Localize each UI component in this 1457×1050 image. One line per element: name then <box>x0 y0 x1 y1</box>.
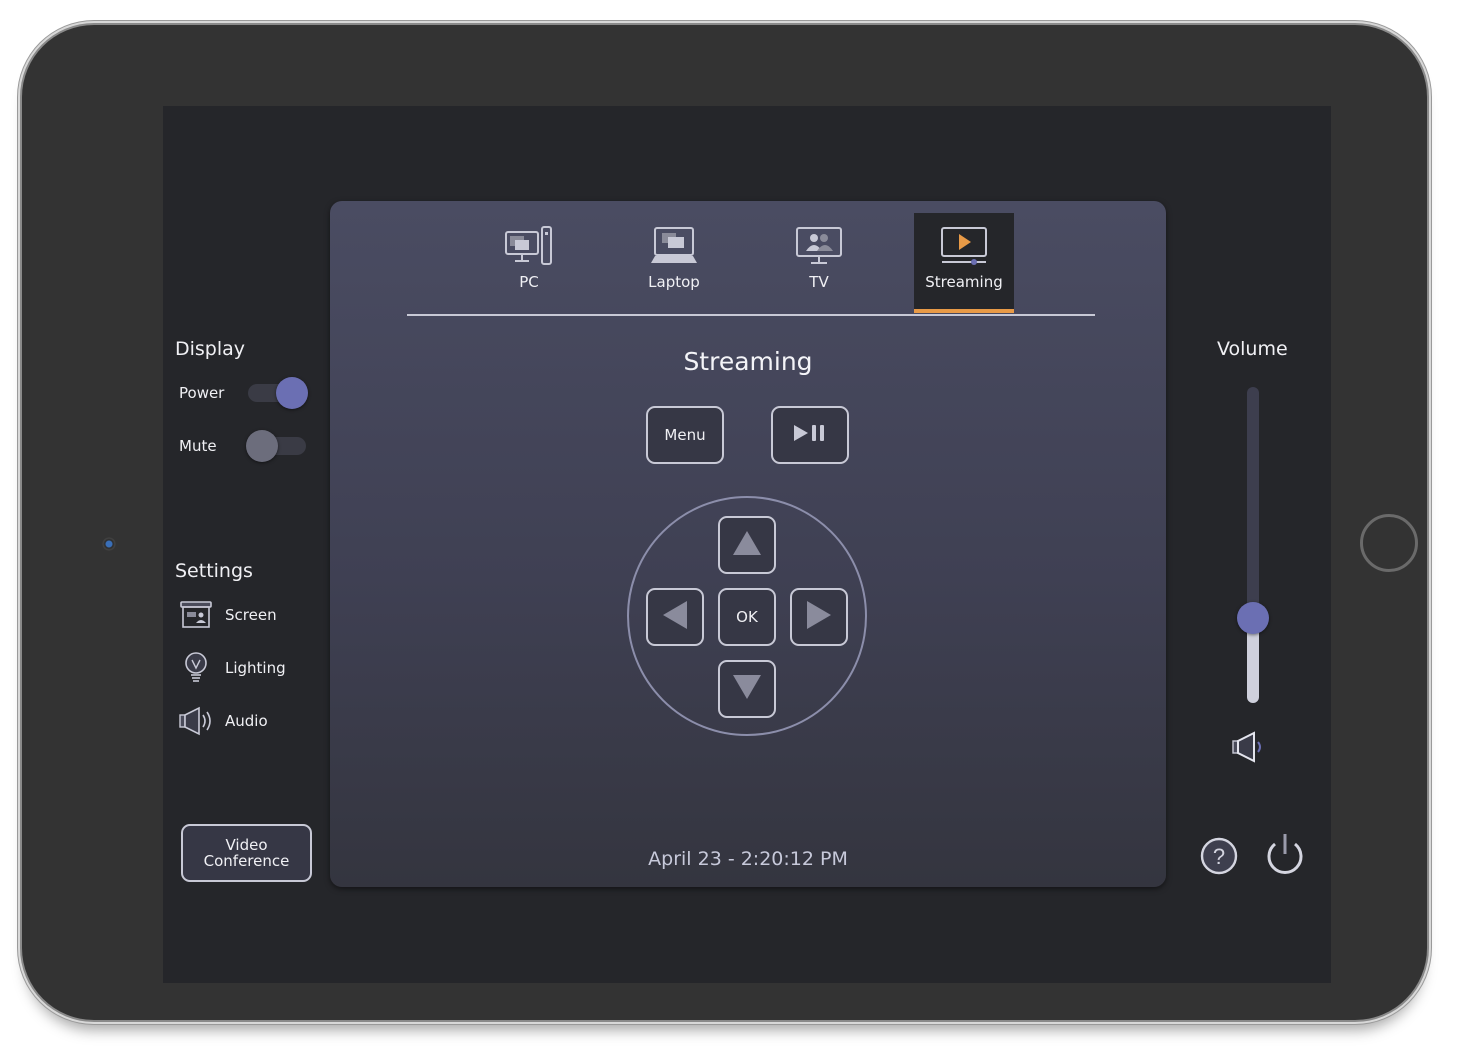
settings-title: Settings <box>175 560 253 582</box>
tab-label: Streaming <box>925 273 1003 291</box>
settings-item-label: Audio <box>225 712 268 730</box>
play-pause-button[interactable] <box>771 406 849 464</box>
tab-label: TV <box>809 273 829 291</box>
power-toggle[interactable] <box>248 377 308 409</box>
tab-pc[interactable]: PC <box>479 213 579 313</box>
volume-speaker-icon <box>1229 730 1269 768</box>
dpad-ok-button[interactable]: OK <box>718 588 776 646</box>
dpad-up-button[interactable] <box>718 516 776 574</box>
tab-tv[interactable]: TV <box>769 213 869 313</box>
panel-title: Streaming <box>683 347 813 376</box>
menu-button[interactable]: Menu <box>646 406 724 464</box>
settings-item-audio[interactable]: Audio <box>179 703 268 739</box>
front-camera <box>102 537 116 551</box>
streaming-icon <box>940 225 988 267</box>
ok-label: OK <box>736 608 758 626</box>
toggle-knob <box>246 430 278 462</box>
pc-icon <box>505 225 553 267</box>
settings-item-label: Screen <box>225 606 277 624</box>
right-sidebar: Volume ? <box>1193 106 1331 983</box>
left-sidebar: Display Power Mute Settings Screen Light… <box>163 106 328 983</box>
play-pause-icon <box>793 424 827 446</box>
mute-label: Mute <box>179 437 217 455</box>
laptop-icon <box>650 225 698 267</box>
source-control-panel: PC Laptop TV Streaming Streaming Menu OK… <box>330 201 1166 887</box>
help-button[interactable]: ? <box>1199 836 1239 880</box>
power-icon <box>1263 834 1307 882</box>
projector-screen-icon <box>179 598 213 632</box>
volume-slider-handle[interactable] <box>1237 602 1269 634</box>
arrow-left-icon <box>662 600 688 634</box>
arrow-down-icon <box>732 674 762 704</box>
display-title: Display <box>175 338 246 360</box>
volume-slider[interactable] <box>1237 387 1269 703</box>
video-conference-line1: Video <box>225 836 268 854</box>
dpad-right-button[interactable] <box>790 588 848 646</box>
lightbulb-icon <box>179 651 213 685</box>
tab-label: Laptop <box>648 273 700 291</box>
speaker-icon <box>179 704 213 738</box>
help-icon: ? <box>1199 837 1239 880</box>
touch-panel-screen: Display Power Mute Settings Screen Light… <box>163 106 1331 983</box>
tablet-frame: Display Power Mute Settings Screen Light… <box>22 25 1427 1020</box>
tab-label: PC <box>519 273 539 291</box>
home-button[interactable] <box>1360 514 1418 572</box>
mute-toggle[interactable] <box>246 430 306 462</box>
power-label: Power <box>179 384 225 402</box>
tv-icon <box>795 225 843 267</box>
menu-button-label: Menu <box>664 426 706 444</box>
dpad-left-button[interactable] <box>646 588 704 646</box>
tab-laptop[interactable]: Laptop <box>624 213 724 313</box>
date-time-display: April 23 - 2:20:12 PM <box>648 848 848 870</box>
arrow-right-icon <box>806 600 832 634</box>
tab-streaming[interactable]: Streaming <box>914 213 1014 313</box>
video-conference-button[interactable]: Video Conference <box>181 824 312 882</box>
dpad-down-button[interactable] <box>718 660 776 718</box>
system-power-button[interactable] <box>1263 832 1307 882</box>
volume-title: Volume <box>1217 338 1288 360</box>
video-conference-line2: Conference <box>203 852 290 870</box>
settings-item-label: Lighting <box>225 659 286 677</box>
settings-item-lighting[interactable]: Lighting <box>179 650 286 686</box>
svg-text:?: ? <box>1213 844 1225 869</box>
source-tabs: PC Laptop TV Streaming <box>407 213 1095 316</box>
arrow-up-icon <box>732 530 762 560</box>
toggle-knob <box>276 377 308 409</box>
settings-item-screen[interactable]: Screen <box>179 597 277 633</box>
